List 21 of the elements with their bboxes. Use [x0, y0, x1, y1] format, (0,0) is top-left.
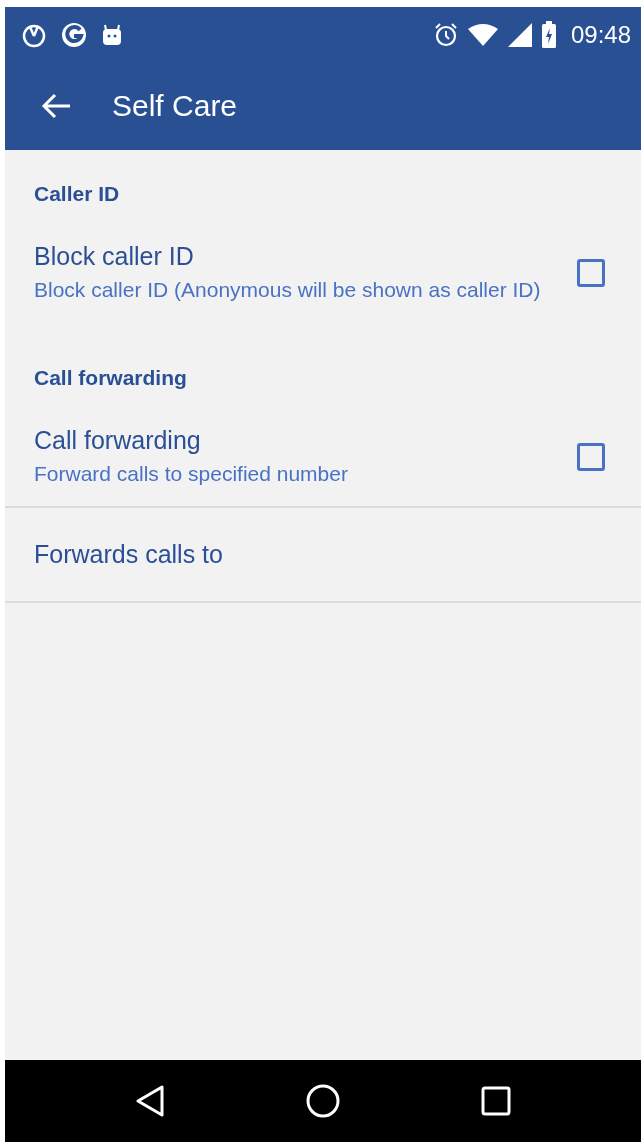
back-icon[interactable]: [135, 1085, 166, 1117]
clock-time: 09:48: [570, 20, 631, 49]
checkbox[interactable]: [577, 443, 605, 471]
preference-item[interactable]: Forwards calls to: [5, 506, 641, 603]
preference-title: Forwards calls to: [34, 540, 223, 568]
back-arrow-icon[interactable]: [40, 92, 72, 120]
preference-title: Block caller ID: [34, 242, 195, 271]
home-icon[interactable]: [306, 1084, 340, 1118]
signal-icon: [506, 21, 533, 48]
checkbox[interactable]: [577, 259, 605, 287]
preference-title: Call forwarding: [34, 426, 202, 455]
screen-title: Self Care: [112, 89, 238, 123]
preference-summary: Block caller ID (Anonymous will be shown as caller ID): [34, 277, 542, 303]
battery-icon: [540, 20, 557, 49]
recents-icon[interactable]: [480, 1086, 511, 1116]
preference-item[interactable]: Block caller ID Block caller ID (Anonymous will be shown as caller ID): [5, 226, 641, 334]
g-icon: [61, 21, 87, 48]
section-header: Caller ID: [33, 181, 121, 207]
preference-summary: Forward calls to specified number: [34, 461, 349, 487]
wifi-icon: [466, 22, 499, 47]
section-header: Call forwarding: [33, 365, 188, 391]
